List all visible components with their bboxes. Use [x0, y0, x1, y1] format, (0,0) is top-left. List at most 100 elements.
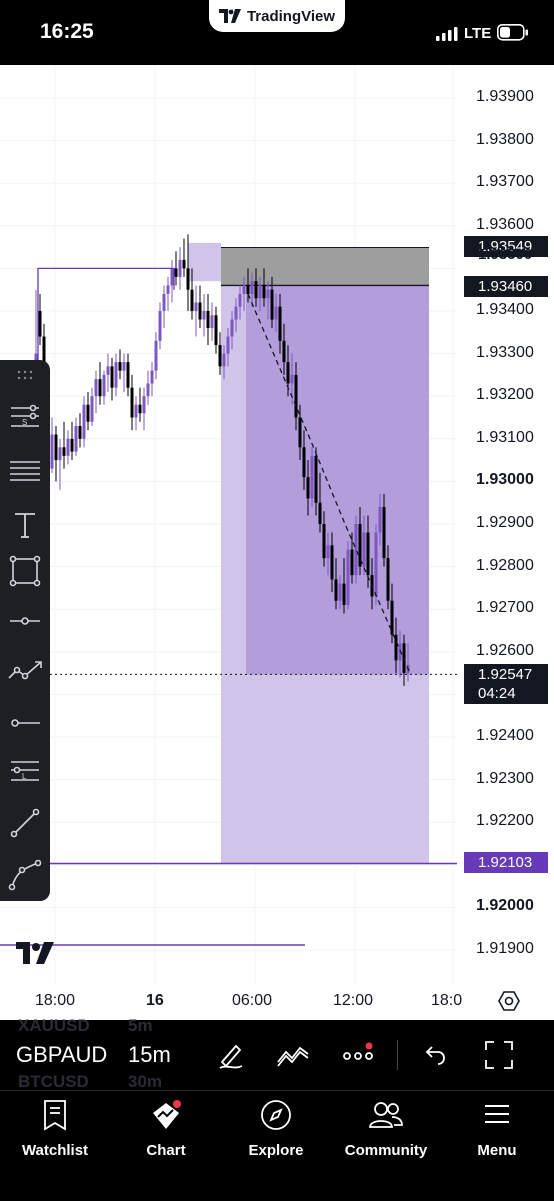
candle-body [114, 362, 118, 388]
candle-body [362, 532, 366, 567]
watchlist-icon [44, 1100, 66, 1131]
candle-body [74, 426, 78, 452]
candle-body [330, 545, 334, 580]
candle-body [266, 289, 270, 299]
drawing-pen-icon[interactable] [216, 1040, 246, 1070]
candle-body [326, 545, 330, 559]
ghost-interval-above: 5m [128, 1016, 153, 1035]
price-label: 1.93200 [476, 386, 534, 404]
price-label: 1.92900 [476, 514, 534, 531]
candle-body [366, 532, 370, 576]
price-label-bold: 1.93500 [478, 246, 533, 263]
candle-body [270, 289, 274, 320]
time-label: 16 [146, 992, 164, 1009]
nav-explore[interactable]: Explore [226, 1099, 326, 1159]
nav-watchlist[interactable]: Watchlist [5, 1099, 105, 1159]
clock: 16:25 [40, 20, 94, 43]
candle-body [310, 455, 314, 499]
tool-horizontal-ray[interactable] [4, 702, 46, 744]
trend-line-icon [10, 808, 40, 838]
polyline-icon [8, 859, 42, 891]
candle-body [126, 362, 130, 388]
entry-price-tag: 1.93460 [464, 276, 548, 297]
candle-body [354, 524, 358, 576]
price-label: 1.92700 [476, 599, 534, 617]
ghost-symbol-above: XAUUSD [18, 1016, 90, 1035]
candle-body [62, 447, 66, 456]
menu-icon [485, 1105, 509, 1123]
time-label: 18:00 [35, 992, 76, 1009]
candle-body [290, 374, 294, 384]
tool-text[interactable] [4, 504, 46, 546]
price-label: 1.92800 [476, 556, 534, 574]
candle-body [374, 532, 378, 597]
candle-body [110, 366, 114, 388]
candle-body [218, 345, 222, 367]
candle-body [222, 353, 226, 367]
status-bar: 16:25 TradingView LTE [0, 0, 554, 65]
horizontal-line-l-icon: L [11, 761, 39, 781]
tool-rectangle[interactable] [4, 550, 46, 592]
horizontal-line-icon [10, 617, 40, 625]
stop-price-tag: 1.92103 [464, 852, 548, 873]
tool-trend-path[interactable] [4, 650, 46, 692]
candle-body [38, 311, 42, 337]
price-chart[interactable] [0, 65, 554, 1020]
price-label: 1.93600 [476, 215, 534, 233]
tool-horizontal-line-l[interactable]: L [4, 750, 46, 792]
candle-body [342, 583, 346, 605]
price-label: 1.92000 [476, 897, 534, 915]
candle-body [338, 583, 342, 601]
tool-horizontal-ray-s[interactable]: S [4, 396, 46, 438]
nav-menu[interactable]: Menu [447, 1099, 547, 1159]
candle-body [254, 281, 258, 299]
signal-bars-icon [436, 27, 458, 41]
tool-trend-line[interactable] [4, 802, 46, 844]
chart-canvas[interactable] [0, 65, 554, 1020]
candle-body [246, 285, 250, 294]
interval-selector[interactable]: 15m [128, 1042, 171, 1068]
candle-body [170, 268, 174, 286]
tradingview-logo-icon [218, 9, 241, 23]
candle-body [142, 396, 146, 414]
candle-body [386, 558, 390, 601]
svg-text:S: S [22, 418, 27, 427]
price-label: 1.93700 [476, 173, 534, 191]
current-price: 1.92547 [478, 666, 533, 683]
nav-chart[interactable]: Chart [116, 1099, 216, 1159]
undo-icon[interactable] [422, 1044, 446, 1066]
candle-body [294, 374, 298, 418]
price-label: 1.93000 [476, 471, 534, 489]
tool-polyline[interactable] [4, 854, 46, 896]
rectangle-tool-icon [9, 555, 41, 587]
tool-multi-line[interactable] [4, 450, 46, 492]
candle-body [186, 268, 190, 290]
settings-icon[interactable] [498, 990, 520, 1012]
candle-body [306, 477, 310, 499]
more-options-icon[interactable] [342, 1042, 376, 1068]
nav-community[interactable]: Community [336, 1099, 436, 1159]
candle-body [162, 293, 166, 311]
price-label: 1.92400 [476, 727, 534, 744]
candle-body [82, 404, 86, 439]
candle-body [322, 524, 326, 559]
candle-body [210, 315, 214, 329]
tool-horizontal-line[interactable] [4, 600, 46, 642]
symbol-bar: XAUUSD 5m GBPAUD 15m BTCUSD 30m [0, 1016, 554, 1091]
nav-label: Watchlist [21, 1142, 89, 1159]
candle-body [50, 434, 54, 469]
bottom-navigation: Watchlist Chart Explore Community Menu [0, 1090, 554, 1201]
candle-body [78, 426, 82, 439]
indicators-icon[interactable] [276, 1042, 310, 1068]
ray-line [37, 267, 175, 363]
tradingview-watermark-icon [16, 942, 54, 964]
candle-body [214, 315, 218, 346]
time-label: 18:0 [431, 992, 463, 1009]
symbol-selector[interactable]: GBPAUD [16, 1042, 107, 1068]
candle-body [106, 366, 110, 375]
candle-body [234, 306, 238, 320]
candle-body [146, 383, 150, 397]
toolbar-drag-handle[interactable] [4, 360, 46, 390]
drawing-toolbar[interactable]: S L [0, 360, 50, 901]
fullscreen-icon[interactable] [484, 1040, 514, 1070]
